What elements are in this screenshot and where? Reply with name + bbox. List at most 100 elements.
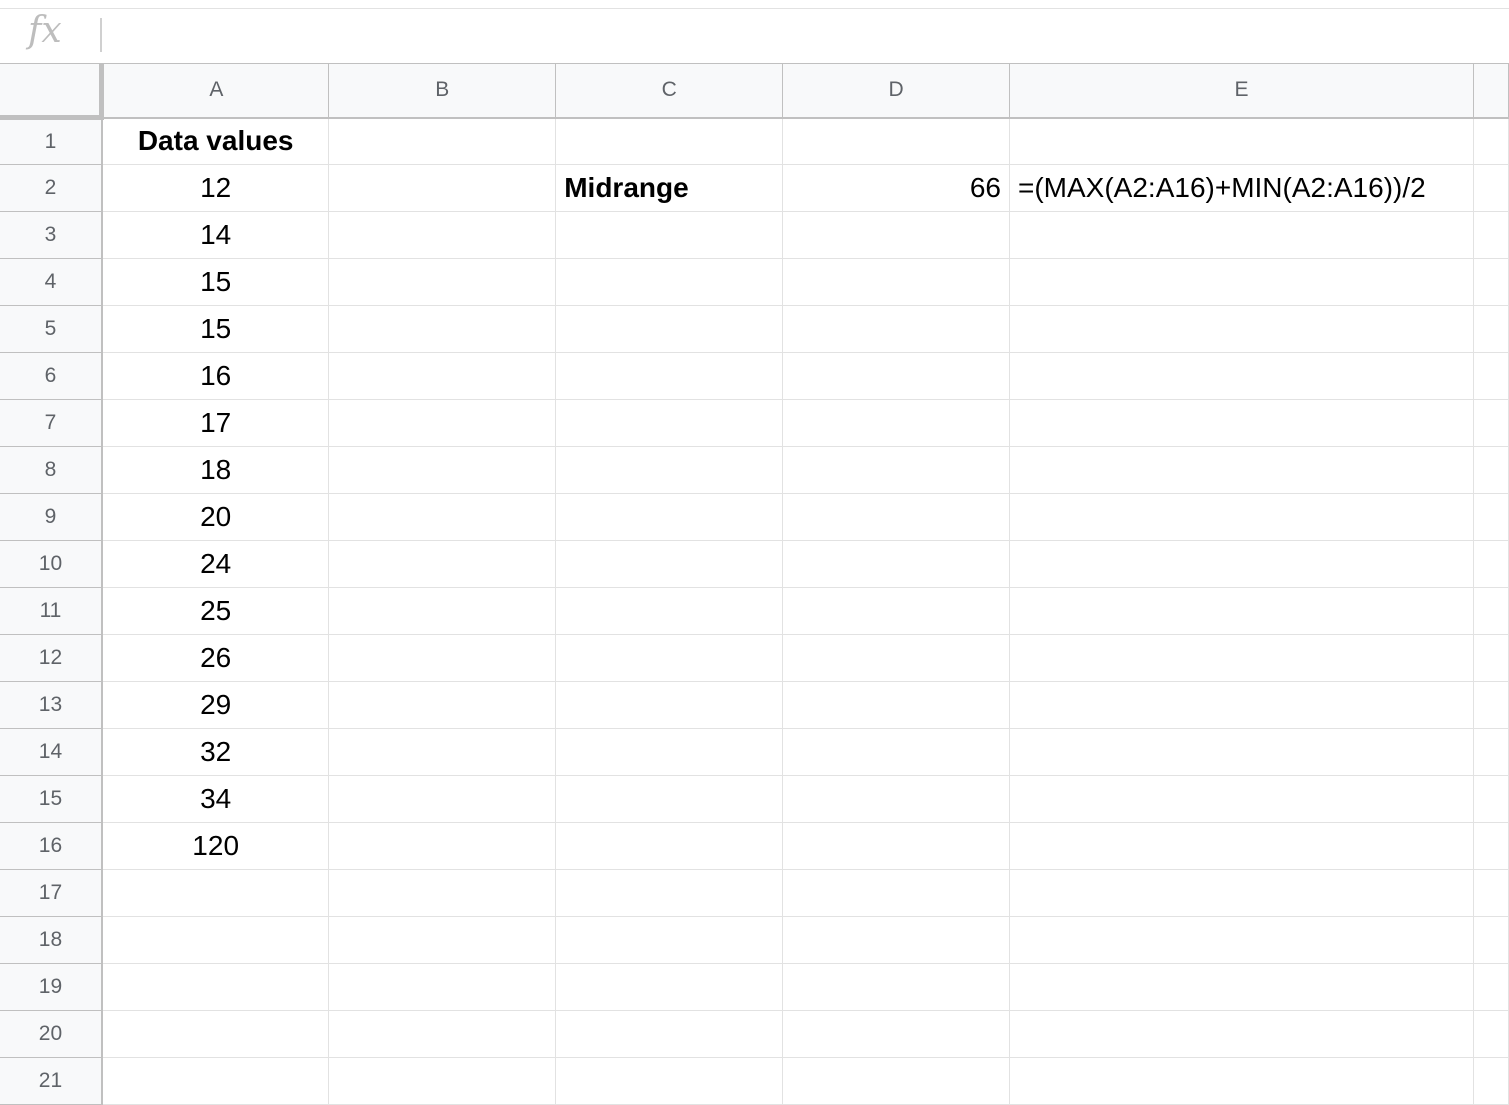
row-header[interactable]: 18: [0, 916, 103, 964]
column-header-next[interactable]: [1473, 63, 1509, 119]
cell-overflow[interactable]: [1473, 164, 1509, 212]
cell-c10[interactable]: [555, 540, 784, 588]
cell-b14[interactable]: [328, 728, 557, 776]
cell-a10[interactable]: 24: [101, 540, 330, 588]
cell-overflow[interactable]: [1473, 916, 1509, 964]
cell-a6[interactable]: 16: [101, 352, 330, 400]
cell-b20[interactable]: [328, 1010, 557, 1058]
cell-e8[interactable]: [1009, 446, 1474, 494]
cell-b1[interactable]: [328, 117, 557, 165]
cell-e3[interactable]: [1009, 211, 1474, 259]
cell-a12[interactable]: 26: [101, 634, 330, 682]
row-header[interactable]: 11: [0, 587, 103, 635]
cell-a3[interactable]: 14: [101, 211, 330, 259]
cell-c4[interactable]: [555, 258, 784, 306]
cell-b17[interactable]: [328, 869, 557, 917]
cell-overflow[interactable]: [1473, 540, 1509, 588]
cell-overflow[interactable]: [1473, 1010, 1509, 1058]
cell-d7[interactable]: [782, 399, 1010, 447]
cell-e18[interactable]: [1009, 916, 1474, 964]
column-header-a[interactable]: A: [101, 63, 330, 119]
cell-c6[interactable]: [555, 352, 784, 400]
cell-a21[interactable]: [101, 1057, 330, 1105]
cell-e9[interactable]: [1009, 493, 1474, 541]
cell-b21[interactable]: [328, 1057, 557, 1105]
cell-d9[interactable]: [782, 493, 1010, 541]
cell-d3[interactable]: [782, 211, 1010, 259]
row-header[interactable]: 17: [0, 869, 103, 917]
cell-a8[interactable]: 18: [101, 446, 330, 494]
cell-d18[interactable]: [782, 916, 1010, 964]
cell-b8[interactable]: [328, 446, 557, 494]
row-header[interactable]: 13: [0, 681, 103, 729]
cell-c20[interactable]: [555, 1010, 784, 1058]
cell-d12[interactable]: [782, 634, 1010, 682]
cell-c2[interactable]: Midrange: [555, 164, 784, 212]
cell-overflow[interactable]: [1473, 775, 1509, 823]
row-header[interactable]: 7: [0, 399, 103, 447]
cell-overflow[interactable]: [1473, 869, 1509, 917]
row-header[interactable]: 5: [0, 305, 103, 353]
cell-e10[interactable]: [1009, 540, 1474, 588]
cell-c18[interactable]: [555, 916, 784, 964]
row-header[interactable]: 9: [0, 493, 103, 541]
row-header[interactable]: 4: [0, 258, 103, 306]
formula-input[interactable]: [112, 12, 1492, 56]
cell-b16[interactable]: [328, 822, 557, 870]
cell-overflow[interactable]: [1473, 1057, 1509, 1105]
cell-c17[interactable]: [555, 869, 784, 917]
cell-a4[interactable]: 15: [101, 258, 330, 306]
cell-overflow[interactable]: [1473, 352, 1509, 400]
cell-e7[interactable]: [1009, 399, 1474, 447]
cell-b18[interactable]: [328, 916, 557, 964]
cell-overflow[interactable]: [1473, 822, 1509, 870]
cell-overflow[interactable]: [1473, 681, 1509, 729]
cell-a1[interactable]: Data values: [101, 117, 330, 165]
row-header[interactable]: 12: [0, 634, 103, 682]
cell-a11[interactable]: 25: [101, 587, 330, 635]
row-header[interactable]: 16: [0, 822, 103, 870]
cell-e2[interactable]: =(MAX(A2:A16)+MIN(A2:A16))/2: [1009, 164, 1474, 212]
row-header[interactable]: 20: [0, 1010, 103, 1058]
cell-d11[interactable]: [782, 587, 1010, 635]
row-header[interactable]: 14: [0, 728, 103, 776]
cell-a13[interactable]: 29: [101, 681, 330, 729]
cell-d10[interactable]: [782, 540, 1010, 588]
cell-c7[interactable]: [555, 399, 784, 447]
cell-e15[interactable]: [1009, 775, 1474, 823]
cell-d15[interactable]: [782, 775, 1010, 823]
cell-overflow[interactable]: [1473, 399, 1509, 447]
cell-e12[interactable]: [1009, 634, 1474, 682]
cell-b10[interactable]: [328, 540, 557, 588]
cell-e17[interactable]: [1009, 869, 1474, 917]
cell-b19[interactable]: [328, 963, 557, 1011]
cell-a14[interactable]: 32: [101, 728, 330, 776]
cell-c14[interactable]: [555, 728, 784, 776]
cell-overflow[interactable]: [1473, 211, 1509, 259]
select-all-corner[interactable]: [0, 63, 105, 120]
column-header-e[interactable]: E: [1009, 63, 1474, 119]
cell-d4[interactable]: [782, 258, 1010, 306]
cell-e5[interactable]: [1009, 305, 1474, 353]
cell-a9[interactable]: 20: [101, 493, 330, 541]
cell-c16[interactable]: [555, 822, 784, 870]
cell-c3[interactable]: [555, 211, 784, 259]
cell-e20[interactable]: [1009, 1010, 1474, 1058]
row-header[interactable]: 8: [0, 446, 103, 494]
cell-d1[interactable]: [782, 117, 1010, 165]
cell-c19[interactable]: [555, 963, 784, 1011]
cell-b12[interactable]: [328, 634, 557, 682]
cell-d21[interactable]: [782, 1057, 1010, 1105]
cell-d17[interactable]: [782, 869, 1010, 917]
column-header-d[interactable]: D: [782, 63, 1010, 119]
cell-b15[interactable]: [328, 775, 557, 823]
cell-c15[interactable]: [555, 775, 784, 823]
cell-e19[interactable]: [1009, 963, 1474, 1011]
cell-e14[interactable]: [1009, 728, 1474, 776]
cell-a17[interactable]: [101, 869, 330, 917]
cell-b9[interactable]: [328, 493, 557, 541]
cell-overflow[interactable]: [1473, 117, 1509, 165]
cell-c12[interactable]: [555, 634, 784, 682]
cell-d14[interactable]: [782, 728, 1010, 776]
cell-c1[interactable]: [555, 117, 784, 165]
